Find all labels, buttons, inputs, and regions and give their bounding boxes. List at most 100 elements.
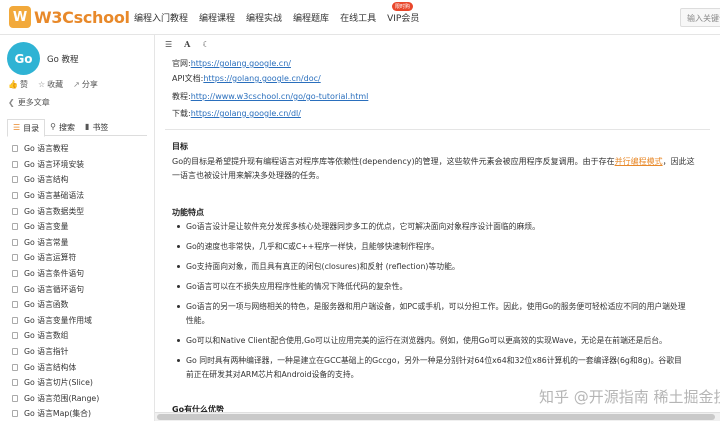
feature-item: Go支持面向对象，而且具有真正的闭包(closures)和反射 (reflect… — [176, 260, 686, 274]
favorite-button[interactable]: ☆ 收藏 — [38, 79, 63, 90]
site-logo[interactable]: W W3Cschool — [9, 6, 130, 28]
sidebar: Go Go 教程 👍 赞 ☆ 收藏 ↗ 分享 ❮ 更多文章 ☰ 目录 ⚲ 搜索 … — [0, 35, 155, 421]
toc-item[interactable]: Go 语言Map(集合) — [12, 406, 152, 421]
nav-item-practice[interactable]: 编程实战 — [246, 11, 282, 24]
tab-bookmark-label: 书签 — [92, 123, 109, 132]
toc-item[interactable]: Go 语言变量 — [12, 219, 152, 235]
toc-item[interactable]: Go 语言范围(Range) — [12, 391, 152, 407]
toc-item[interactable]: Go 语言环境安装 — [12, 157, 152, 173]
tutorial-link[interactable]: http://www.w3cschool.cn/go/go-tutorial.h… — [191, 92, 369, 101]
feature-item: Go语言的另一项与网络相关的特色，是服务器和用户端设备，如PC或手机，可以分担工… — [176, 300, 686, 328]
bookmark-icon: ▮ — [85, 122, 90, 131]
toc-item[interactable]: Go 语言结构体 — [12, 359, 152, 375]
star-icon: ☆ — [37, 80, 46, 89]
course-actions: 👍 赞 ☆ 收藏 ↗ 分享 — [8, 79, 108, 90]
more-articles-label: 更多文章 — [17, 98, 50, 107]
toc-item-label: Go 语言结构体 — [24, 362, 77, 372]
favorite-label: 收藏 — [47, 80, 64, 89]
toc-item-label: Go 语言环境安装 — [24, 159, 85, 169]
go-logo-icon: Go — [7, 42, 40, 75]
link-line-official: 官网:https://golang.google.cn/ — [172, 58, 291, 69]
toc-item-label: Go 语言数据类型 — [24, 206, 85, 216]
page-icon — [12, 270, 18, 278]
toc-item[interactable]: Go 语言基础语法 — [12, 188, 152, 204]
logo-mark: W — [9, 6, 31, 28]
sidebar-tabs: ☰ 目录 ⚲ 搜索 ▮ 书签 — [7, 119, 147, 137]
toc-item[interactable]: Go 语言函数 — [12, 297, 152, 313]
tab-toc[interactable]: ☰ 目录 — [7, 119, 46, 137]
link-line-download: 下载:https://golang.google.cn/dl/ — [172, 108, 301, 119]
night-mode-icon[interactable]: ☾ — [202, 40, 209, 49]
page-icon — [12, 254, 18, 262]
toc-item[interactable]: Go 语言循环语句 — [12, 281, 152, 297]
toc-item-label: Go 语言基础语法 — [24, 191, 85, 201]
toc-item-label: Go 语言条件语句 — [24, 269, 85, 279]
toc-item-label: Go 语言切片(Slice) — [24, 378, 93, 388]
page-icon — [12, 176, 18, 184]
page-icon — [12, 285, 18, 293]
toc-item[interactable]: Go 语言指针 — [12, 344, 152, 360]
page-icon — [12, 363, 18, 371]
horizontal-scrollbar[interactable] — [155, 412, 720, 421]
page-icon — [12, 145, 18, 153]
more-articles-link[interactable]: ❮ 更多文章 — [8, 97, 50, 108]
toc-item[interactable]: Go 语言结构 — [12, 172, 152, 188]
toc-item-label: Go 语言函数 — [24, 300, 69, 310]
top-navbar: W W3Cschool 编程入门教程 编程课程 编程实战 编程题库 在线工具 V… — [0, 0, 720, 35]
toc-item[interactable]: Go 语言变量作用域 — [12, 313, 152, 329]
page-icon — [12, 394, 18, 402]
page-icon — [12, 410, 18, 418]
page-icon — [12, 192, 18, 200]
font-size-icon[interactable]: A — [184, 39, 190, 49]
toc-item[interactable]: Go 语言常量 — [12, 235, 152, 251]
page-icon — [12, 332, 18, 340]
toc-item-label: Go 语言教程 — [24, 144, 69, 154]
api-docs-link[interactable]: https://golang.google.cn/doc/ — [203, 74, 320, 83]
share-button[interactable]: ↗ 分享 — [73, 79, 98, 90]
page-icon — [12, 207, 18, 215]
toc-item[interactable]: Go 语言切片(Slice) — [12, 375, 152, 391]
nav-item-tools[interactable]: 在线工具 — [340, 11, 376, 24]
features-list: Go语言设计是让软件充分发挥多核心处理器同步多工的优点，它可解决面向对象程序设计… — [176, 220, 686, 388]
share-label: 分享 — [81, 80, 98, 89]
toc-item-label: Go 语言常量 — [24, 237, 69, 247]
toc-item-label: Go 语言变量作用域 — [24, 315, 92, 325]
nav-item-vip[interactable]: VIP会员 — [387, 11, 419, 24]
divider — [165, 129, 710, 130]
nav-item-questions[interactable]: 编程题库 — [293, 11, 329, 24]
page-icon — [12, 160, 18, 168]
nav-item-intro[interactable]: 编程入门教程 — [134, 11, 188, 24]
course-title[interactable]: Go 教程 — [47, 53, 79, 65]
toc-item-label: Go 语言结构 — [24, 175, 69, 185]
search-input[interactable]: 输入关键词 — [680, 8, 720, 27]
thumb-up-icon: 👍 — [8, 80, 18, 89]
feature-item: Go可以和Native Client配合使用,Go可以让应用完美的运行在浏览器内… — [176, 334, 686, 348]
link-label: 官网: — [172, 59, 191, 68]
page-icon — [12, 301, 18, 309]
page-icon — [12, 379, 18, 387]
official-site-link[interactable]: https://golang.google.cn/ — [191, 59, 291, 68]
like-button[interactable]: 👍 赞 — [8, 79, 28, 90]
link-label: API文档: — [172, 74, 204, 83]
scroll-thumb[interactable] — [157, 414, 715, 420]
nav-item-courses[interactable]: 编程课程 — [199, 11, 235, 24]
tab-search[interactable]: ⚲ 搜索 — [45, 119, 80, 136]
download-link[interactable]: https://golang.google.cn/dl/ — [191, 109, 301, 118]
toc-item[interactable]: Go 语言数组 — [12, 328, 152, 344]
toc-item[interactable]: Go 语言条件语句 — [12, 266, 152, 282]
parallel-programming-link[interactable]: 并行编程模式 — [615, 157, 663, 166]
goal-heading: 目标 — [172, 142, 188, 151]
toc-item-label: Go 语言数组 — [24, 331, 69, 341]
link-label: 教程: — [172, 92, 191, 101]
logo-text: W3Cschool — [34, 7, 130, 27]
tab-toc-label: 目录 — [23, 124, 40, 133]
arrow-left-icon: ❮ — [8, 98, 15, 107]
like-label: 赞 — [19, 80, 28, 89]
tab-bookmark[interactable]: ▮ 书签 — [80, 119, 113, 136]
toc-item[interactable]: Go 语言数据类型 — [12, 203, 152, 219]
search-icon: ⚲ — [50, 122, 57, 131]
toc-item[interactable]: Go 语言教程 — [12, 141, 152, 157]
toc-item-label: Go 语言范围(Range) — [24, 393, 100, 403]
list-icon[interactable]: ☰ — [165, 40, 172, 49]
toc-item[interactable]: Go 语言运算符 — [12, 250, 152, 266]
